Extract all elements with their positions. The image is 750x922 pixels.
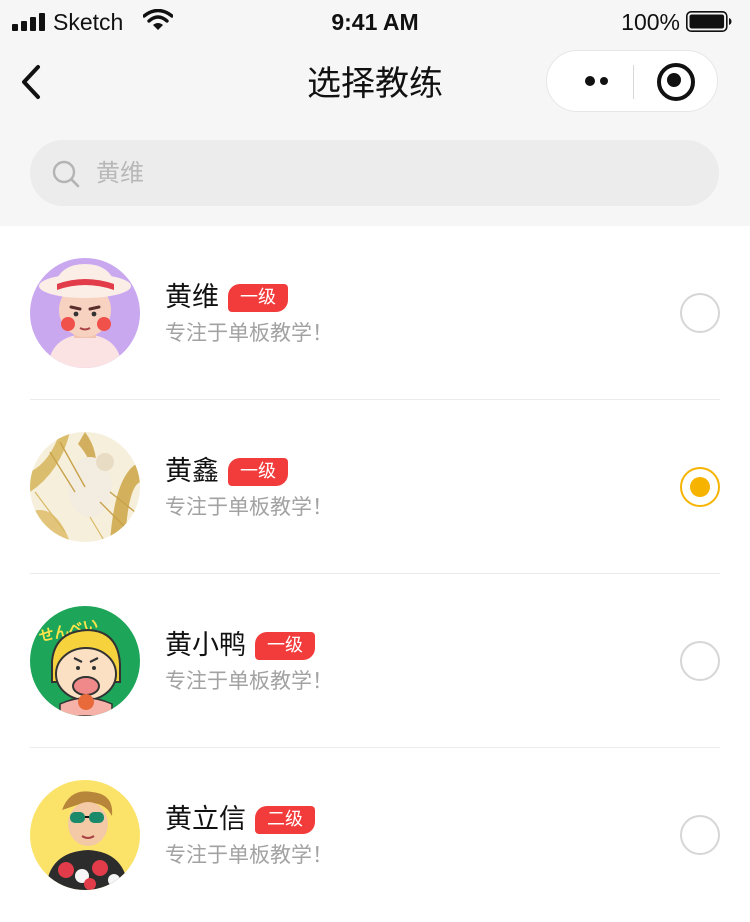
- select-radio[interactable]: [680, 815, 720, 855]
- mini-program-capsule: [546, 50, 718, 112]
- coach-description: 专注于单板教学！: [165, 843, 333, 867]
- avatar: [30, 432, 140, 542]
- search-icon: [52, 160, 80, 188]
- more-button[interactable]: [547, 51, 633, 111]
- coach-name: 黄立信: [165, 804, 246, 835]
- coach-description: 专注于单板教学！: [165, 321, 333, 345]
- battery-icon: [686, 11, 732, 32]
- battery-percent: 100%: [621, 9, 680, 35]
- select-radio[interactable]: [680, 293, 720, 333]
- avatar: [30, 780, 140, 890]
- search-input[interactable]: [96, 152, 696, 194]
- avatar: せんべい: [30, 606, 140, 716]
- coach-description: 专注于单板教学！: [165, 669, 333, 693]
- coach-name: 黄小鸭: [165, 630, 246, 661]
- level-badge: 一级: [255, 632, 315, 660]
- level-badge: 二级: [255, 806, 315, 834]
- coach-item[interactable]: せんべい 黄小鸭 一级 专注于单板教学！: [30, 574, 720, 748]
- radio-checked-icon: [690, 477, 710, 497]
- avatar: [30, 258, 140, 368]
- coach-description: 专注于单板教学！: [165, 495, 333, 519]
- search-bar[interactable]: [30, 140, 719, 206]
- coach-item[interactable]: 黄鑫 一级 专注于单板教学！: [30, 400, 720, 574]
- level-badge: 一级: [228, 458, 288, 486]
- level-badge: 一级: [228, 284, 288, 312]
- name-line: 黄小鸭 一级: [165, 626, 315, 666]
- coach-item[interactable]: 黄维 一级 专注于单板教学！: [30, 226, 720, 400]
- status-bar: Sketch 9:41 AM 100%: [0, 0, 750, 44]
- name-line: 黄鑫 一级: [165, 452, 288, 492]
- close-button[interactable]: [634, 51, 718, 111]
- name-line: 黄维 一级: [165, 278, 288, 318]
- select-radio[interactable]: [680, 467, 720, 507]
- coach-item[interactable]: 黄立信 二级 专注于单板教学！: [30, 748, 720, 922]
- coach-name: 黄维: [165, 282, 219, 313]
- select-radio[interactable]: [680, 641, 720, 681]
- coach-name: 黄鑫: [165, 456, 219, 487]
- name-line: 黄立信 二级: [165, 800, 315, 840]
- header-area: Sketch 9:41 AM 100% 选择教练: [0, 0, 750, 226]
